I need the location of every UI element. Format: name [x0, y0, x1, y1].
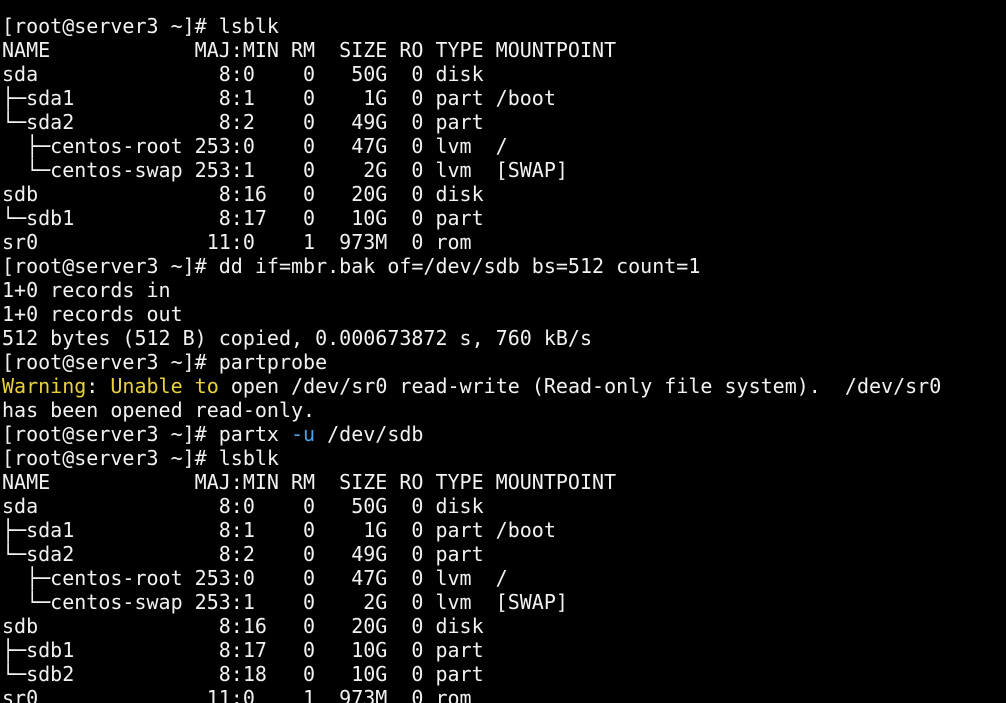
- terminal-text: NAME MAJ:MIN RM SIZE RO TYPE MOUNTPOINT: [2, 38, 617, 62]
- terminal-text: 1+0 records out: [2, 302, 183, 326]
- terminal-text: [root@server3 ~]# lsblk: [2, 446, 279, 470]
- terminal-text: [root@server3 ~]# partprobe: [2, 350, 328, 374]
- terminal-line: [root@server3 ~]# partx -u /dev/sdb: [2, 422, 941, 446]
- highlighted-text: Warning: [2, 374, 87, 398]
- terminal-text: NAME MAJ:MIN RM SIZE RO TYPE MOUNTPOINT: [2, 470, 617, 494]
- terminal-line: [root@server3 ~]# dd if=mbr.bak of=/dev/…: [2, 254, 941, 278]
- terminal-text: ├─sda1 8:1 0 1G 0 part /boot: [2, 518, 556, 542]
- terminal-line: sda 8:0 0 50G 0 disk: [2, 494, 941, 518]
- highlighted-text: to: [194, 374, 219, 398]
- terminal-text: sdb 8:16 0 20G 0 disk: [2, 182, 484, 206]
- terminal-line: ├─sdb1 8:17 0 10G 0 part: [2, 638, 941, 662]
- terminal-text: open /dev/sr0 read-write (Read-only file…: [218, 374, 942, 398]
- terminal-text: └─sda2 8:2 0 49G 0 part: [2, 542, 484, 566]
- terminal-line: └─sda2 8:2 0 49G 0 part: [2, 110, 941, 134]
- terminal-text: [root@server3 ~]# partx: [2, 422, 291, 446]
- terminal-text: └─sdb2 8:18 0 10G 0 part: [2, 662, 484, 686]
- terminal-text: sdb 8:16 0 20G 0 disk: [2, 614, 484, 638]
- terminal-output: [root@server3 ~]# lsblk NAME MAJ:MIN RM S…: [2, 0, 941, 703]
- highlighted-text: Unable: [110, 374, 183, 398]
- terminal-line: └─centos-swap 253:1 0 2G 0 lvm [SWAP]: [2, 158, 941, 182]
- terminal-line: └─sdb2 8:18 0 10G 0 part: [2, 662, 941, 686]
- terminal-line: ├─centos-root 253:0 0 47G 0 lvm /: [2, 134, 941, 158]
- terminal-text: [root@server3 ~]# dd if=mbr.bak of=/dev/…: [2, 254, 701, 278]
- terminal-text: └─sdb1 8:17 0 10G 0 part: [2, 206, 484, 230]
- terminal-line: sr0 11:0 1 973M 0 rom: [2, 230, 941, 254]
- terminal-line: ├─centos-root 253:0 0 47G 0 lvm /: [2, 566, 941, 590]
- terminal-window[interactable]: [root@server3 ~]# lsblk NAME MAJ:MIN RM S…: [0, 0, 1006, 703]
- terminal-text: [root@server3 ~]# lsblk: [2, 14, 279, 38]
- highlighted-text: -u: [290, 422, 316, 446]
- terminal-text: sr0 11:0 1 973M 0 rom: [2, 230, 472, 254]
- terminal-text: ├─sda1 8:1 0 1G 0 part /boot: [2, 86, 556, 110]
- terminal-line: sdb 8:16 0 20G 0 disk: [2, 182, 941, 206]
- terminal-line: └─sda2 8:2 0 49G 0 part: [2, 542, 941, 566]
- terminal-text: sr0 11:0 1 973M 0 rom: [2, 686, 472, 703]
- terminal-text: :: [86, 374, 111, 398]
- terminal-line: NAME MAJ:MIN RM SIZE RO TYPE MOUNTPOINT: [2, 38, 941, 62]
- terminal-text: └─sda2 8:2 0 49G 0 part: [2, 110, 484, 134]
- terminal-line: [root@server3 ~]# lsblk: [2, 14, 941, 38]
- terminal-text: └─centos-swap 253:1 0 2G 0 lvm [SWAP]: [2, 158, 568, 182]
- terminal-line: has been opened read-only.: [2, 398, 941, 422]
- terminal-line: sda 8:0 0 50G 0 disk: [2, 62, 941, 86]
- terminal-line: ├─sda1 8:1 0 1G 0 part /boot: [2, 518, 941, 542]
- terminal-text: sda 8:0 0 50G 0 disk: [2, 494, 484, 518]
- terminal-text: ├─sdb1 8:17 0 10G 0 part: [2, 638, 484, 662]
- terminal-line: [root@server3 ~]# lsblk: [2, 446, 941, 470]
- terminal-line: 512 bytes (512 B) copied, 0.000673872 s,…: [2, 326, 941, 350]
- terminal-line: sdb 8:16 0 20G 0 disk: [2, 614, 941, 638]
- terminal-line: 1+0 records out: [2, 302, 941, 326]
- terminal-line: sr0 11:0 1 973M 0 rom: [2, 686, 941, 703]
- terminal-text: has been opened read-only.: [2, 398, 316, 422]
- terminal-line: NAME MAJ:MIN RM SIZE RO TYPE MOUNTPOINT: [2, 470, 941, 494]
- terminal-line: 1+0 records in: [2, 278, 941, 302]
- terminal-line: [2, 0, 941, 14]
- terminal-line: └─sdb1 8:17 0 10G 0 part: [2, 206, 941, 230]
- terminal-line: [root@server3 ~]# partprobe: [2, 350, 941, 374]
- terminal-line: ├─sda1 8:1 0 1G 0 part /boot: [2, 86, 941, 110]
- terminal-text: sda 8:0 0 50G 0 disk: [2, 62, 484, 86]
- terminal-line: Warning: Unable to open /dev/sr0 read-wr…: [2, 374, 941, 398]
- terminal-text: ├─centos-root 253:0 0 47G 0 lvm /: [2, 134, 508, 158]
- terminal-text: /dev/sdb: [315, 422, 424, 446]
- terminal-text: ├─centos-root 253:0 0 47G 0 lvm /: [2, 566, 508, 590]
- terminal-text: 1+0 records in: [2, 278, 171, 302]
- terminal-text: └─centos-swap 253:1 0 2G 0 lvm [SWAP]: [2, 590, 568, 614]
- terminal-text: 512 bytes (512 B) copied, 0.000673872 s,…: [2, 326, 593, 350]
- terminal-line: └─centos-swap 253:1 0 2G 0 lvm [SWAP]: [2, 590, 941, 614]
